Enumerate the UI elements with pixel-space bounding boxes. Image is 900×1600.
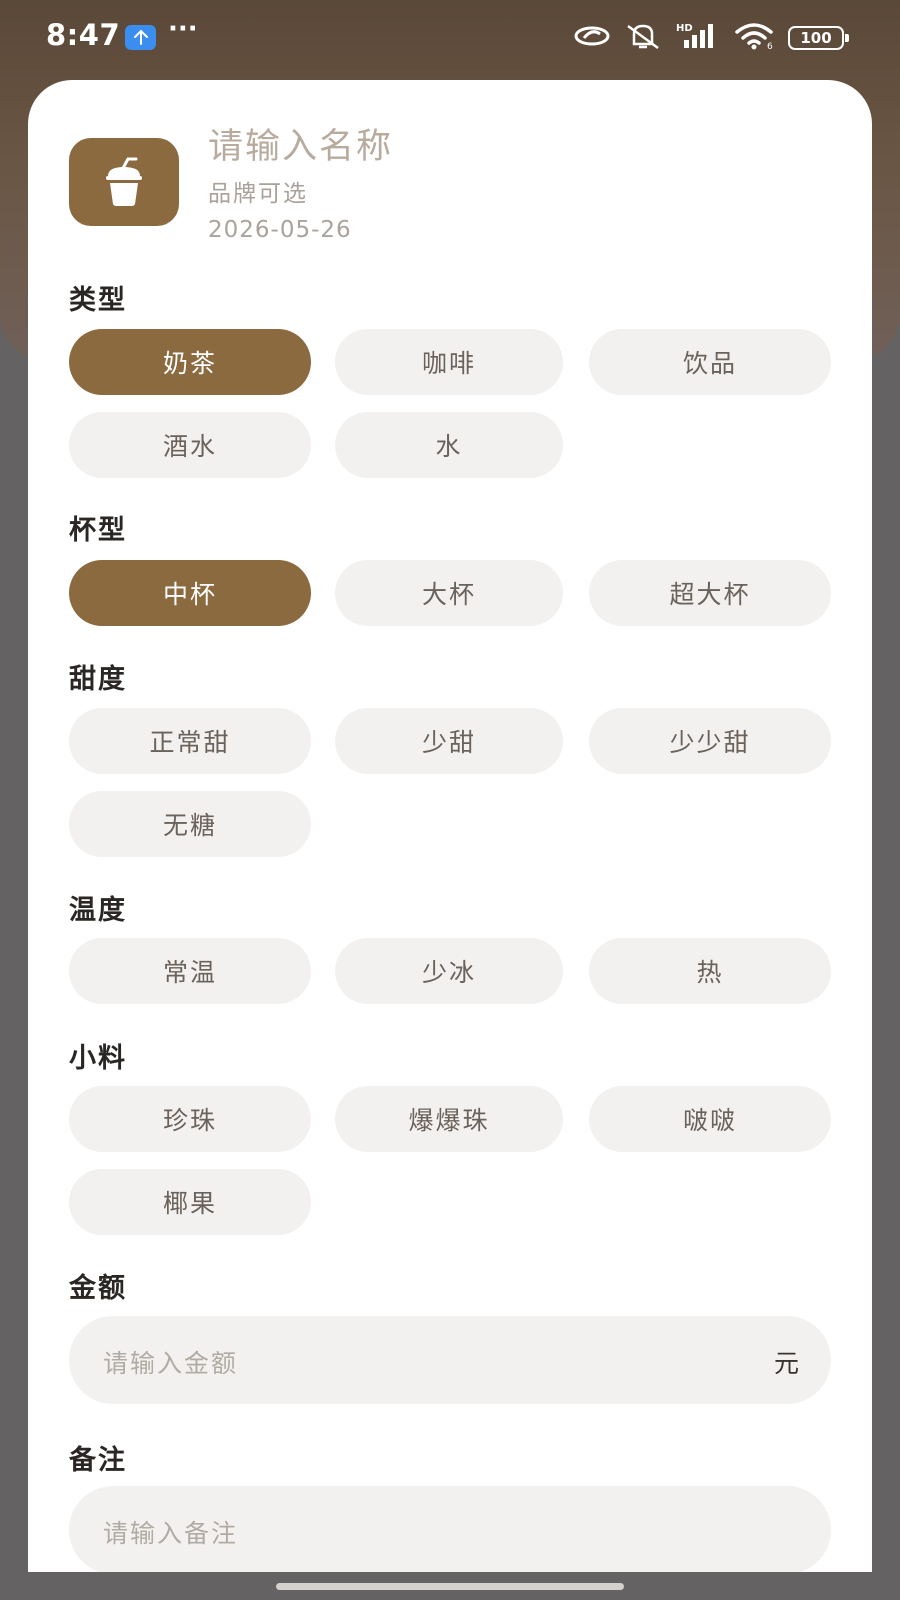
- note-section-title: 备注: [69, 1445, 127, 1476]
- type-chip-beverage[interactable]: 饮品: [589, 329, 831, 395]
- note-input[interactable]: 请输入备注: [69, 1486, 831, 1572]
- note-placeholder: 请输入备注: [103, 1519, 239, 1548]
- amount-placeholder: 请输入金额: [103, 1349, 239, 1378]
- link-icon: [574, 24, 610, 52]
- type-chip-coffee[interactable]: 咖啡: [335, 329, 563, 395]
- sweetness-chip-less[interactable]: 少甜: [335, 708, 563, 774]
- sweetness-section-title: 甜度: [69, 664, 127, 695]
- temperature-chip-room[interactable]: 常温: [69, 938, 311, 1004]
- type-chip-milk-tea[interactable]: 奶茶: [69, 329, 311, 395]
- temperature-chip-less-ice[interactable]: 少冰: [335, 938, 563, 1004]
- cup-chip-extra-large[interactable]: 超大杯: [589, 560, 831, 626]
- more-notifications-icon: ···: [168, 14, 198, 44]
- toppings-chip-popping-boba[interactable]: 爆爆珠: [335, 1086, 563, 1152]
- hd-signal-icon: HD: [676, 22, 720, 54]
- brand-input[interactable]: 品牌可选: [208, 174, 308, 208]
- home-indicator[interactable]: [276, 1583, 624, 1590]
- svg-text:HD: HD: [676, 23, 693, 34]
- sweetness-chip-normal[interactable]: 正常甜: [69, 708, 311, 774]
- toppings-chip-bobo[interactable]: 啵啵: [589, 1086, 831, 1152]
- type-chip-water[interactable]: 水: [335, 412, 563, 478]
- sweetness-chip-little[interactable]: 少少甜: [589, 708, 831, 774]
- toppings-chip-pearl[interactable]: 珍珠: [69, 1086, 311, 1152]
- wifi-icon: 6: [734, 22, 774, 54]
- cup-chip-large[interactable]: 大杯: [335, 560, 563, 626]
- amount-unit: 元: [773, 1349, 799, 1378]
- type-section-title: 类型: [69, 285, 127, 316]
- cup-section-title: 杯型: [69, 515, 127, 546]
- status-time: 8:47: [46, 18, 121, 52]
- battery-level: 100: [800, 29, 832, 47]
- drink-cup-icon[interactable]: [69, 138, 179, 226]
- sweetness-chip-none[interactable]: 无糖: [69, 791, 311, 857]
- temperature-section-title: 温度: [69, 895, 127, 926]
- date-picker[interactable]: 2026-05-26: [208, 217, 352, 243]
- add-drink-sheet: 请输入名称 品牌可选 2026-05-26 类型 奶茶 咖啡 饮品 酒水 水 杯…: [28, 80, 872, 1572]
- toppings-chip-coconut[interactable]: 椰果: [69, 1169, 311, 1235]
- temperature-chip-hot[interactable]: 热: [589, 938, 831, 1004]
- battery-icon: 100: [788, 26, 849, 50]
- upload-notification-icon: [125, 25, 156, 50]
- status-bar: 8:47 ··· HD 6 100: [0, 0, 900, 76]
- svg-text:6: 6: [767, 42, 773, 50]
- name-input[interactable]: 请输入名称: [208, 118, 393, 169]
- amount-input[interactable]: 请输入金额 元: [69, 1316, 831, 1404]
- cup-chip-medium[interactable]: 中杯: [69, 560, 311, 626]
- toppings-section-title: 小料: [69, 1043, 127, 1074]
- amount-section-title: 金额: [69, 1273, 127, 1304]
- type-chip-alcohol[interactable]: 酒水: [69, 412, 311, 478]
- bell-muted-icon: [624, 22, 662, 54]
